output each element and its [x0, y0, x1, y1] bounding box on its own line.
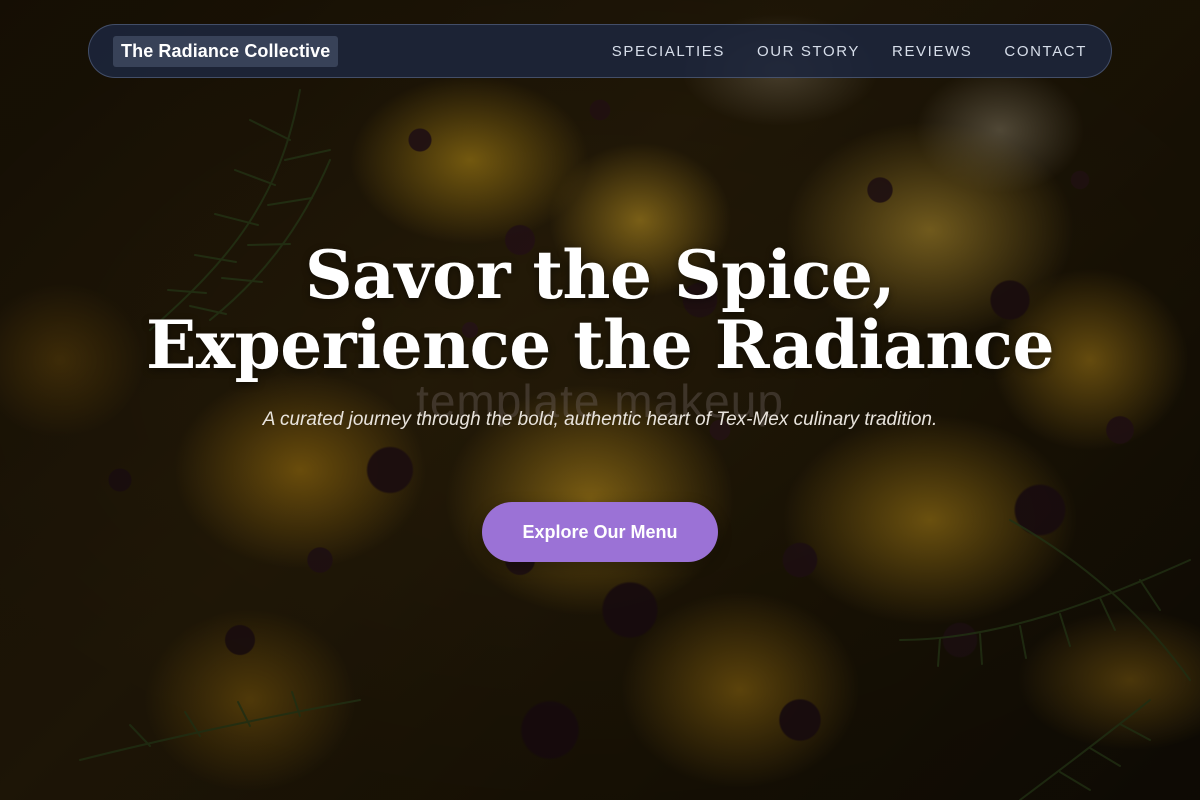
explore-menu-button[interactable]: Explore Our Menu	[482, 502, 718, 562]
hero-subtitle: A curated journey through the bold, auth…	[262, 409, 938, 430]
hero-section: The Radiance Collective SPECIALTIES OUR …	[0, 0, 1200, 800]
hero-headline: Savor the Spice, Experience the Radiance	[0, 240, 1200, 380]
hero-content: Savor the Spice, Experience the Radiance…	[0, 240, 1200, 562]
nav-links: SPECIALTIES OUR STORY REVIEWS CONTACT	[612, 43, 1087, 60]
headline-line-1: Savor the Spice,	[304, 236, 896, 314]
nav-link-contact[interactable]: CONTACT	[1004, 43, 1087, 60]
nav-link-specialties[interactable]: SPECIALTIES	[612, 43, 725, 60]
brand-logo[interactable]: The Radiance Collective	[113, 35, 339, 67]
nav-link-our-story[interactable]: OUR STORY	[757, 43, 860, 60]
headline-line-2: Experience the Radiance	[146, 306, 1055, 384]
dark-overlay	[0, 0, 1200, 800]
nav-link-reviews[interactable]: REVIEWS	[892, 43, 972, 60]
navbar: The Radiance Collective SPECIALTIES OUR …	[88, 24, 1112, 78]
